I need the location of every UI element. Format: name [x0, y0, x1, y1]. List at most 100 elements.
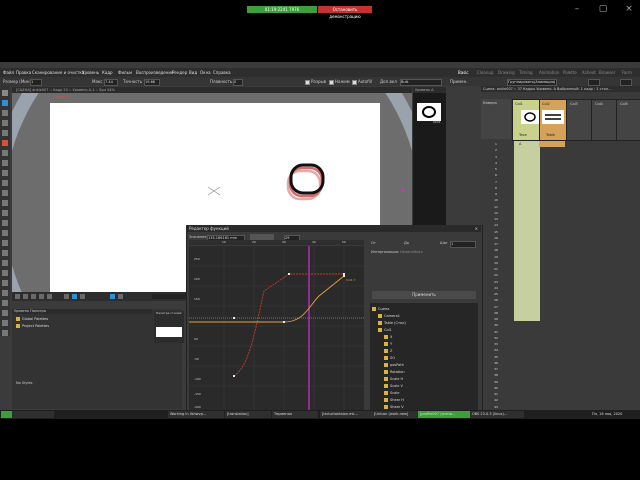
fn-tree-item[interactable]: Camera1: [378, 313, 400, 319]
room-tab-basic[interactable]: Basic: [458, 68, 469, 77]
size-max-field[interactable]: 7.44: [104, 79, 118, 86]
fn-tree-item[interactable]: X: [384, 334, 392, 340]
taskbar-item[interactable]: [lecturtantaion.mk...: [320, 411, 372, 418]
room-tab-palette[interactable]: Palette: [563, 68, 577, 77]
menu-view[interactable]: Вид: [189, 68, 197, 77]
room-tab-drawing[interactable]: Drawing: [498, 68, 515, 77]
xsheet-frame-number[interactable]: 26: [481, 297, 511, 303]
channel-r-icon[interactable]: [64, 294, 69, 299]
fn-tree-item[interactable]: Y: [384, 341, 392, 347]
fn-tree-item[interactable]: Сцена: [372, 306, 389, 312]
menu-level[interactable]: Уровень: [82, 68, 99, 77]
xsheet-frame-number[interactable]: 27: [481, 304, 511, 310]
fn-close-icon[interactable]: ×: [475, 225, 478, 232]
fn-tree-item[interactable]: Shear H: [384, 397, 404, 403]
zoom-tool-icon[interactable]: [2, 310, 8, 316]
fn-step-field[interactable]: 1: [450, 241, 476, 248]
xsheet-frame-number[interactable]: 34: [481, 347, 511, 353]
room-tab-xsheet[interactable]: Xsheet: [582, 68, 596, 77]
menu-frame[interactable]: Кадр: [102, 68, 113, 77]
xsheet-frame-number[interactable]: 31: [481, 329, 511, 335]
xsheet-col1-header[interactable]: Col1 Tacе: [512, 99, 540, 141]
stop-demo-button[interactable]: Остановить демонстрацию: [318, 6, 372, 19]
minimize-icon[interactable]: –: [572, 4, 582, 14]
hand-tool-icon[interactable]: [2, 330, 8, 336]
xsheet-frame-number[interactable]: 41: [481, 391, 511, 397]
xsheet-frame-number[interactable]: 16: [481, 235, 511, 241]
xsheet-col4-header[interactable]: Col4: [591, 99, 617, 141]
xsheet-camera-column[interactable]: Камера: [481, 99, 511, 139]
fn-tree-item[interactable]: posPath: [384, 362, 404, 368]
xsheet-frame-number[interactable]: 15: [481, 229, 511, 235]
xsheet-col1-cells[interactable]: [514, 141, 540, 321]
play-icon[interactable]: [39, 294, 44, 299]
fn-tree-item[interactable]: SO: [384, 355, 395, 361]
accuracy-field[interactable]: 19.66: [144, 79, 160, 86]
first-frame-icon[interactable]: [15, 294, 20, 299]
break-checkbox[interactable]: [305, 80, 310, 85]
xsheet-frame-number[interactable]: 40: [481, 385, 511, 391]
style-picker-icon[interactable]: [2, 180, 8, 186]
menu-play[interactable]: Воспроизведение: [136, 68, 173, 77]
playback-play-icon[interactable]: [110, 294, 115, 299]
call-notification[interactable]: 01:19:2241 7976: [247, 6, 317, 13]
bender-tool-icon[interactable]: [2, 240, 8, 246]
menu-help[interactable]: Справка: [213, 68, 231, 77]
xsheet-frame-number[interactable]: 18: [481, 247, 511, 253]
taskbar-item[interactable]: [translation]: [225, 411, 271, 418]
paint-brush-tool-icon[interactable]: [2, 150, 8, 156]
tracker-tool-icon[interactable]: [2, 280, 8, 286]
xsheet-frame-number[interactable]: 11: [481, 204, 511, 210]
fn-tree-item[interactable]: Z: [384, 348, 392, 354]
tape-tool-icon[interactable]: [2, 170, 8, 176]
room-tab-animation[interactable]: Animation: [539, 68, 559, 77]
room-tab-cleanup[interactable]: Cleanup: [477, 68, 493, 77]
extra-field-2[interactable]: [620, 79, 632, 86]
function-graph[interactable]: 250 200 150 50 -50 -100 -150 -200 Col1.Y: [189, 246, 364, 413]
hook-tool-icon[interactable]: [2, 290, 8, 296]
xsheet-frame-number[interactable]: 23: [481, 279, 511, 285]
fn-tree-item[interactable]: Col1: [378, 327, 392, 333]
cutter-tool-icon[interactable]: [2, 260, 8, 266]
menu-scan[interactable]: Сканирование и очистка: [32, 68, 84, 77]
geometric-tool-icon[interactable]: [2, 120, 8, 126]
xsheet-frame-number[interactable]: 12: [481, 210, 511, 216]
fn-apply-button[interactable]: Применить: [372, 291, 476, 299]
style-chip[interactable]: [156, 327, 182, 337]
fn-interp-value[interactable]: Нелинейная: [400, 250, 423, 254]
taskbar-item[interactable]: Терминал: [272, 411, 318, 418]
level-thumbnail[interactable]: [417, 103, 441, 121]
room-tab-timing[interactable]: Timing: [519, 68, 533, 77]
menu-windows[interactable]: Окна: [200, 68, 211, 77]
size-min-field[interactable]: 1: [30, 79, 42, 86]
palette-tree-global[interactable]: Global Palettes: [16, 317, 48, 321]
skeleton-tool-icon[interactable]: [2, 270, 8, 276]
taskbar-item[interactable]: Working in ilshwvp...: [168, 411, 224, 418]
xsheet-frame-number[interactable]: 43: [481, 404, 511, 410]
pressure-checkbox[interactable]: [329, 80, 334, 85]
taskbar-item[interactable]: [12, 411, 54, 418]
xsheet-frame-number[interactable]: 9: [481, 191, 511, 197]
pause-icon[interactable]: [31, 294, 36, 299]
xsheet-col3-header[interactable]: Col3: [566, 99, 592, 141]
menu-edit[interactable]: Правка: [16, 68, 31, 77]
control-point-icon[interactable]: [2, 200, 8, 206]
close-icon[interactable]: ×: [624, 4, 634, 14]
palette-tree-project[interactable]: Project Palettes: [16, 324, 49, 328]
fn-tree-item[interactable]: Scale: [384, 390, 399, 396]
xsheet-frame-number[interactable]: 22: [481, 272, 511, 278]
xsheet-frame-number[interactable]: 14: [481, 222, 511, 228]
xsheet-frame-number[interactable]: 32: [481, 335, 511, 341]
xsheet-frame-number[interactable]: 39: [481, 379, 511, 385]
xsheet-frame-number[interactable]: 42: [481, 397, 511, 403]
xsheet-frame-number[interactable]: 20: [481, 260, 511, 266]
taskbar-item-active[interactable]: [profile007 (scena...: [418, 411, 470, 418]
menu-file[interactable]: Файл: [3, 68, 14, 77]
xsheet-col2-header[interactable]: Col2 Table: [539, 99, 567, 141]
xsheet-frame-number[interactable]: 4: [481, 160, 511, 166]
eraser-tool-icon[interactable]: [2, 160, 8, 166]
fn-ruler[interactable]: 10 20 30 40 50: [189, 240, 364, 245]
xsheet-frame-number[interactable]: 38: [481, 372, 511, 378]
motion-path-point[interactable]: [401, 188, 405, 192]
xsheet-frame-number[interactable]: 17: [481, 241, 511, 247]
